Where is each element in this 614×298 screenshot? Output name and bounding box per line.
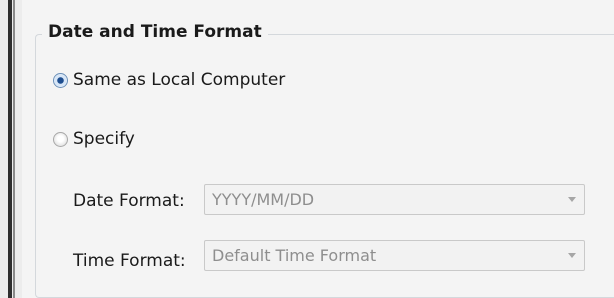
specify-label[interactable]: Specify xyxy=(73,128,135,150)
specify-radio[interactable] xyxy=(53,132,68,147)
time-format-label: Time Format: xyxy=(73,251,186,271)
time-format-value: Default Time Format xyxy=(212,246,377,265)
same-as-local-radio[interactable] xyxy=(53,73,68,88)
date-format-value: YYYY/MM/DD xyxy=(212,190,315,209)
time-format-dropdown[interactable]: Default Time Format xyxy=(204,240,585,271)
chevron-down-icon xyxy=(568,197,576,202)
chevron-down-icon xyxy=(568,253,576,258)
date-format-label: Date Format: xyxy=(73,191,185,211)
date-format-dropdown[interactable]: YYYY/MM/DD xyxy=(204,184,585,215)
window-left-edge xyxy=(0,0,22,298)
window-left-border xyxy=(8,0,12,298)
window-left-border-shadow xyxy=(13,0,15,298)
group-title: Date and Time Format xyxy=(42,20,268,44)
same-as-local-label[interactable]: Same as Local Computer xyxy=(73,69,285,91)
